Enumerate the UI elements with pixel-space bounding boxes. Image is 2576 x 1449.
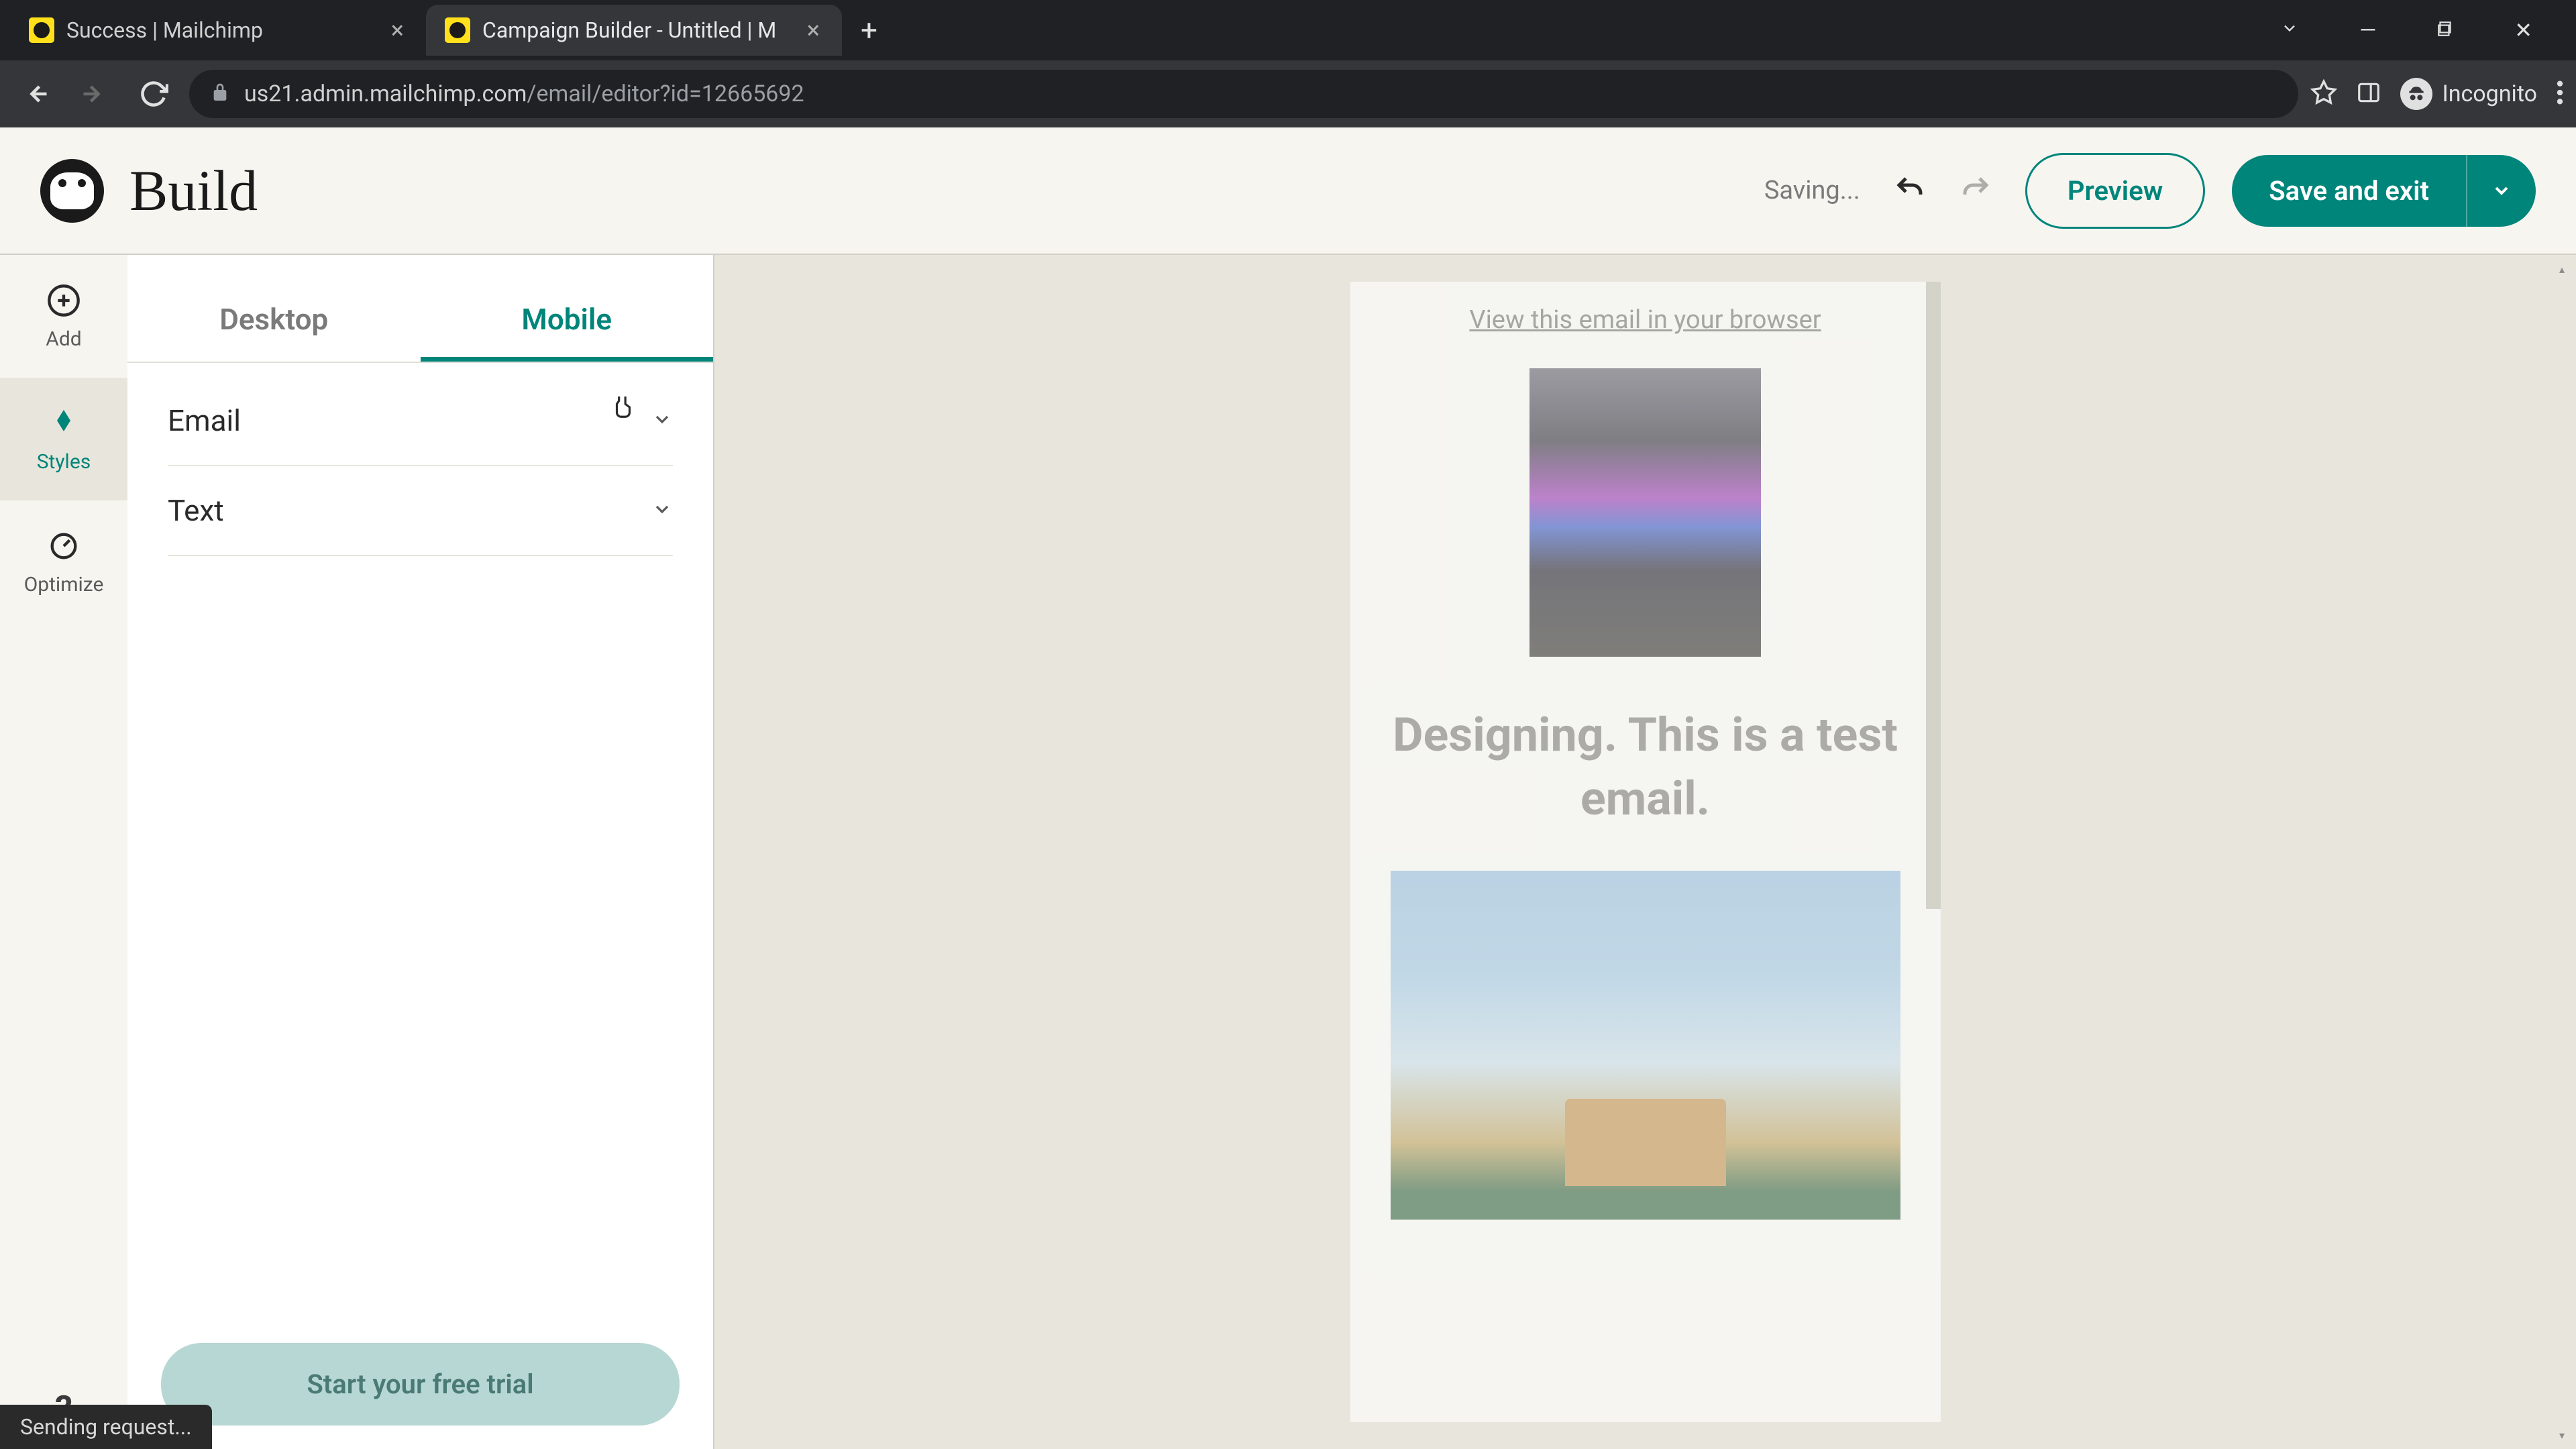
saving-status: Saving... bbox=[1764, 176, 1860, 205]
panel-tabs: Desktop Mobile bbox=[127, 282, 713, 363]
tab-mobile[interactable]: Mobile bbox=[421, 282, 714, 362]
favicon-icon bbox=[445, 17, 470, 43]
rail-item-optimize[interactable]: Optimize bbox=[0, 500, 127, 623]
view-in-browser-link[interactable]: View this email in your browser bbox=[1350, 282, 1941, 368]
url-text: us21.admin.mailchimp.com/email/editor?id… bbox=[244, 80, 804, 107]
close-window-icon[interactable]: ✕ bbox=[2501, 11, 2546, 50]
section-label: Text bbox=[168, 493, 224, 528]
canvas-scrollbar[interactable]: ▴ ▾ bbox=[2551, 255, 2573, 1449]
side-panel: Desktop Mobile Email Text Start your fr bbox=[127, 255, 714, 1449]
browser-tab-bar: Success | Mailchimp × Campaign Builder -… bbox=[0, 0, 2576, 60]
rail-label: Add bbox=[46, 327, 81, 351]
url-bar[interactable]: us21.admin.mailchimp.com/email/editor?id… bbox=[189, 70, 2298, 118]
gauge-icon bbox=[45, 527, 83, 565]
start-trial-button[interactable]: Start your free trial bbox=[161, 1343, 680, 1426]
preview-button[interactable]: Preview bbox=[2025, 153, 2205, 229]
forward-button[interactable] bbox=[71, 70, 118, 117]
email-preview[interactable]: View this email in your browser Designin… bbox=[1350, 282, 1941, 1422]
undo-button[interactable] bbox=[1887, 166, 1933, 215]
canvas[interactable]: View this email in your browser Designin… bbox=[714, 255, 2576, 1449]
favicon-icon bbox=[29, 17, 54, 43]
tab-title: Campaign Builder - Untitled | M bbox=[482, 17, 792, 43]
mailchimp-logo-icon[interactable] bbox=[40, 159, 104, 223]
page-title: Build bbox=[129, 157, 258, 224]
save-exit-button[interactable]: Save and exit bbox=[2232, 155, 2466, 227]
chevron-down-icon bbox=[651, 409, 673, 433]
redo-button[interactable] bbox=[1953, 166, 1998, 215]
incognito-icon bbox=[2400, 78, 2432, 110]
status-bar: Sending request... bbox=[0, 1405, 212, 1449]
window-controls: — ✕ bbox=[2267, 11, 2566, 50]
section-text[interactable]: Text bbox=[168, 466, 673, 556]
preview-scrollbar[interactable] bbox=[1926, 282, 1941, 909]
lock-icon bbox=[209, 82, 231, 106]
incognito-badge[interactable]: Incognito bbox=[2400, 78, 2537, 110]
bookmark-icon[interactable] bbox=[2310, 79, 2337, 109]
tab-title: Success | Mailchimp bbox=[66, 17, 376, 43]
url-bar-row: us21.admin.mailchimp.com/email/editor?id… bbox=[0, 60, 2576, 127]
email-image[interactable] bbox=[1391, 871, 1900, 1220]
left-rail: Add Styles Optimize ? bbox=[0, 255, 127, 1449]
incognito-label: Incognito bbox=[2442, 80, 2537, 107]
close-tab-icon[interactable]: × bbox=[388, 13, 407, 48]
email-heading[interactable]: Designing. This is a test email. bbox=[1350, 704, 1941, 871]
close-tab-icon[interactable]: × bbox=[804, 13, 823, 48]
rail-label: Styles bbox=[37, 450, 91, 474]
section-label: Email bbox=[168, 403, 241, 438]
back-button[interactable] bbox=[12, 70, 59, 117]
app-topbar: Build Saving... Preview Save and exit bbox=[0, 127, 2576, 255]
rail-item-add[interactable]: Add bbox=[0, 255, 127, 378]
scroll-up-icon[interactable]: ▴ bbox=[2551, 258, 2573, 280]
new-tab-button[interactable]: + bbox=[842, 13, 896, 48]
maximize-icon[interactable] bbox=[2423, 11, 2467, 50]
tab-desktop[interactable]: Desktop bbox=[127, 282, 421, 362]
styles-icon bbox=[45, 405, 83, 442]
rail-item-styles[interactable]: Styles bbox=[0, 378, 127, 500]
email-image[interactable] bbox=[1529, 368, 1761, 657]
chevron-down-icon bbox=[651, 498, 673, 523]
plus-circle-icon bbox=[45, 282, 83, 319]
section-email[interactable]: Email bbox=[168, 376, 673, 466]
minimize-icon[interactable]: — bbox=[2346, 11, 2390, 50]
save-exit-dropdown[interactable] bbox=[2466, 155, 2536, 227]
more-icon[interactable] bbox=[2556, 79, 2564, 109]
browser-tab[interactable]: Success | Mailchimp × bbox=[10, 5, 426, 56]
tab-list-icon[interactable] bbox=[2267, 11, 2312, 50]
rail-label: Optimize bbox=[24, 573, 104, 596]
scroll-down-icon[interactable]: ▾ bbox=[2551, 1424, 2573, 1446]
browser-tab[interactable]: Campaign Builder - Untitled | M × bbox=[426, 5, 842, 56]
panel-icon[interactable] bbox=[2356, 80, 2381, 108]
reload-button[interactable] bbox=[130, 70, 177, 117]
